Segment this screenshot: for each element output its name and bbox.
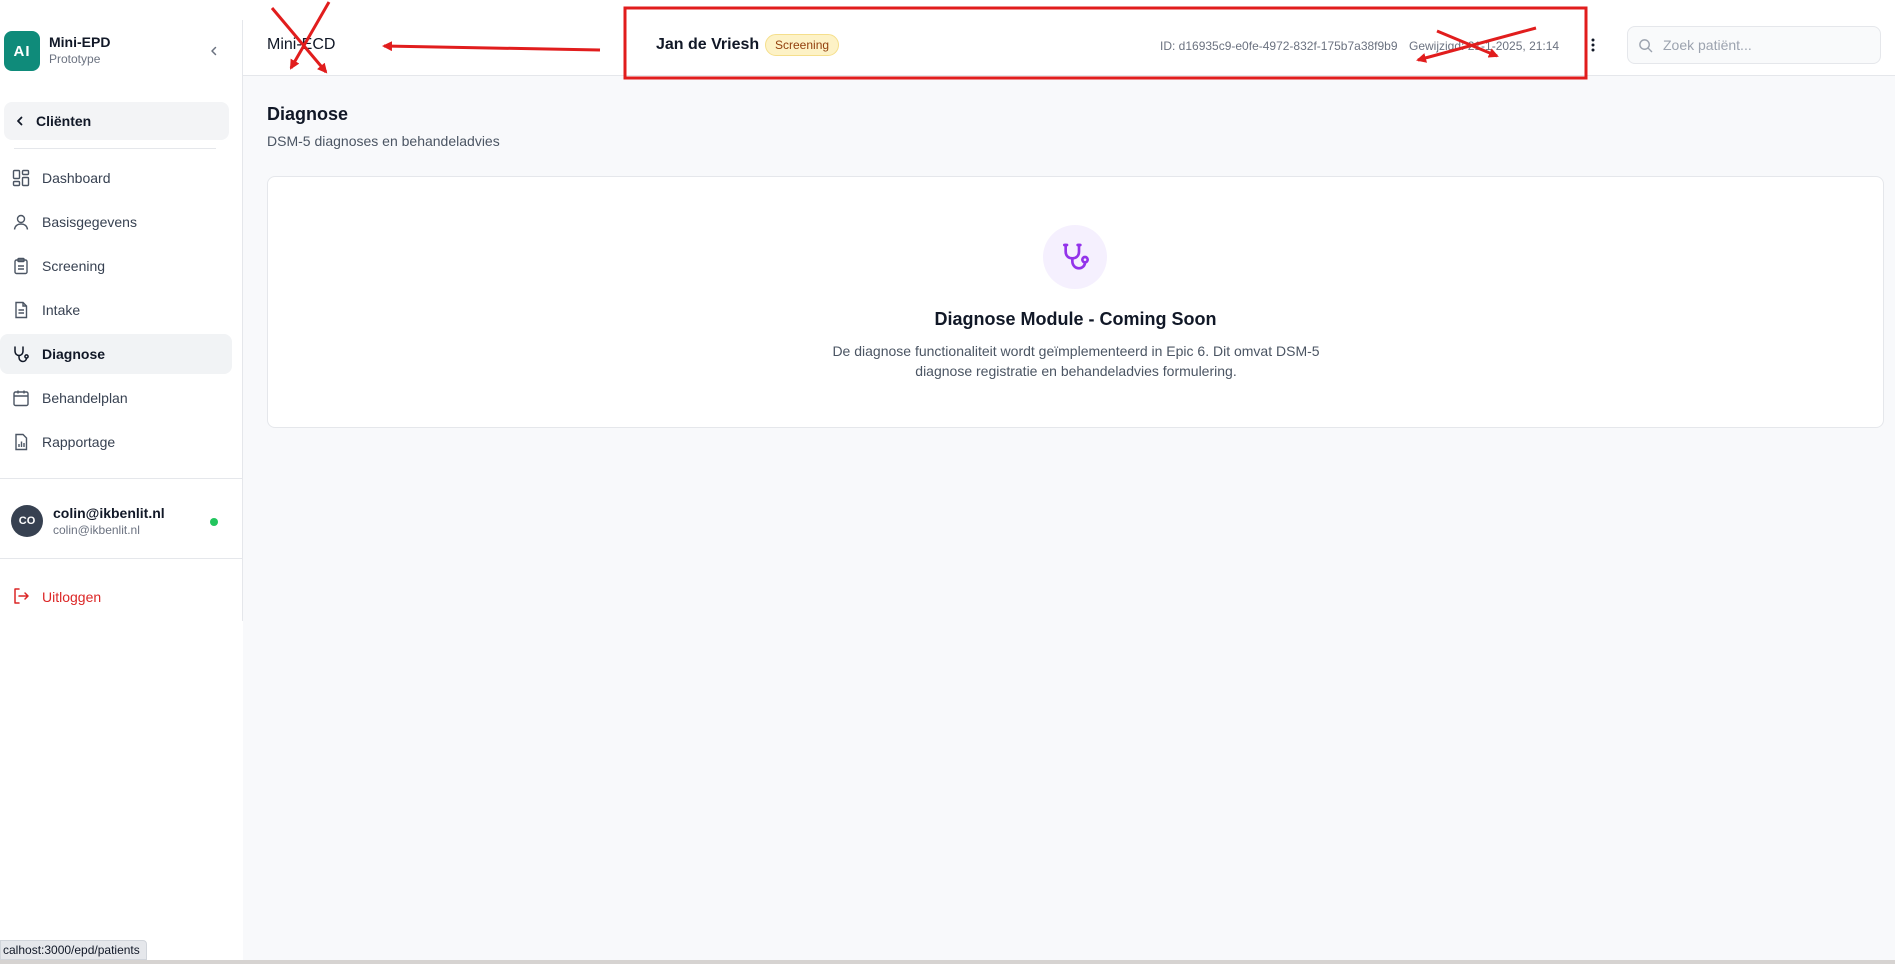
status-bar-url: calhost:3000/epd/patients — [0, 940, 147, 960]
back-to-clients-button[interactable]: Cliënten — [4, 102, 229, 140]
logout-icon — [12, 587, 30, 608]
divider — [0, 558, 243, 559]
sidebar-item-label: Basisgegevens — [42, 214, 137, 230]
sidebar-item-rapportage[interactable]: Rapportage — [0, 422, 232, 462]
stethoscope-icon — [12, 345, 30, 363]
sidebar-item-label: Dashboard — [42, 170, 111, 186]
back-to-clients-label: Cliënten — [36, 113, 92, 129]
sidebar-item-basisgegevens[interactable]: Basisgegevens — [0, 202, 232, 242]
card-title: Diagnose Module - Coming Soon — [934, 309, 1217, 329]
collapse-sidebar-button[interactable] — [204, 41, 224, 61]
user-name: colin@ikbenlit.nl — [53, 505, 165, 521]
sidebar-item-label: Intake — [42, 302, 81, 318]
search-input[interactable] — [1663, 37, 1863, 53]
sidebar-item-screening[interactable]: Screening — [0, 246, 232, 286]
page-title: Diagnose — [267, 104, 349, 124]
sidebar-item-behandelplan[interactable]: Behandelplan — [0, 378, 232, 418]
sidebar-item-label: Screening — [42, 258, 106, 274]
user-profile[interactable]: CO colin@ikbenlit.nl colin@ikbenlit.nl — [0, 492, 232, 550]
search-icon — [1639, 38, 1653, 52]
user-email: colin@ikbenlit.nl — [53, 523, 140, 537]
logout-button[interactable]: Uitloggen — [0, 578, 232, 616]
coming-soon-card: Diagnose Module - Coming Soon De diagnos… — [267, 176, 1884, 428]
sidebar-item-dashboard[interactable]: Dashboard — [0, 158, 232, 198]
avatar: CO — [11, 505, 43, 537]
sidebar-item-diagnose[interactable]: Diagnose — [0, 334, 232, 374]
chevron-left-icon — [211, 46, 217, 56]
sidebar: AI Mini-EPD Prototype Cliënten Dashboard… — [0, 20, 243, 621]
more-options-button[interactable] — [1585, 34, 1601, 56]
document-icon — [12, 301, 30, 319]
app-name: Mini-ECD — [267, 36, 336, 53]
sidebar-item-label: Diagnose — [42, 346, 106, 362]
user-info: colin@ikbenlit.nl colin@ikbenlit.nl — [53, 505, 165, 537]
top-header: Mini-ECD Jan de Vriesh Screening ID: d16… — [243, 20, 1895, 76]
logout-label: Uitloggen — [42, 589, 102, 605]
stethoscope-icon — [1043, 225, 1107, 289]
report-icon — [12, 433, 30, 451]
brand-title: Mini-EPD — [49, 34, 111, 50]
bottom-strip — [0, 960, 1895, 964]
sidebar-item-intake[interactable]: Intake — [0, 290, 232, 330]
user-icon — [12, 213, 30, 231]
calendar-icon — [12, 389, 30, 407]
sidebar-nav: Dashboard Basisgegevens Screening Intake… — [0, 158, 232, 466]
sidebar-item-label: Behandelplan — [42, 390, 128, 406]
status-badge: Screening — [765, 34, 840, 56]
brand-subtitle: Prototype — [49, 52, 101, 66]
card-description: De diagnose functionaliteit wordt geïmpl… — [832, 343, 1320, 379]
clipboard-icon — [12, 257, 30, 275]
sidebar-item-label: Rapportage — [42, 434, 116, 450]
modified-timestamp: Gewijzigd: 21-1-2025, 21:14 — [1409, 39, 1560, 53]
patient-name: Jan de Vriesh — [656, 36, 760, 53]
more-vertical-icon — [1591, 38, 1595, 52]
divider — [0, 478, 243, 479]
brand: AI Mini-EPD Prototype — [4, 31, 236, 71]
main-content: Diagnose DSM-5 diagnoses en behandeladvi… — [243, 76, 1895, 960]
divider — [14, 148, 216, 149]
online-status-dot — [210, 518, 218, 526]
dashboard-icon — [12, 169, 30, 187]
page-subtitle: DSM-5 diagnoses en behandeladvies — [267, 133, 500, 149]
brand-logo: AI — [4, 31, 40, 71]
patient-id: ID: d16935c9-e0fe-4972-832f-175b7a38f9b9 — [1160, 39, 1398, 53]
patient-search[interactable] — [1627, 26, 1881, 64]
chevron-left-icon — [17, 116, 23, 126]
